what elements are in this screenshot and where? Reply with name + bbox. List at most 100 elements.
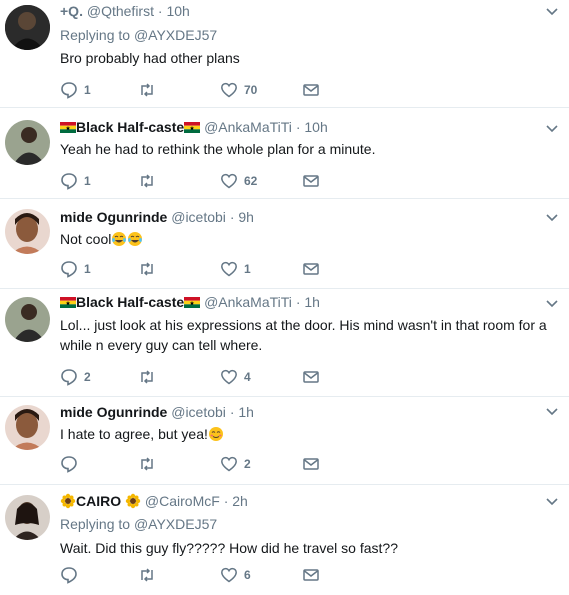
chevron-down-icon[interactable] [545, 297, 559, 311]
reply-count: 1 [84, 174, 91, 188]
timestamp[interactable]: 1h [304, 294, 320, 310]
chevron-down-icon[interactable] [545, 122, 559, 136]
like-button[interactable]: 62 [220, 172, 302, 190]
timestamp[interactable]: 10h [166, 3, 189, 19]
avatar[interactable] [5, 5, 50, 50]
chevron-down-icon[interactable] [545, 211, 559, 225]
retweet-button[interactable] [138, 368, 220, 386]
message-button[interactable] [302, 368, 320, 386]
tweet-text: Wait. Did this guy fly????? How did he t… [60, 540, 398, 556]
tweet[interactable]: CAIRO @CairoMcF · 2h Replying to @AYXDEJ… [0, 485, 569, 595]
like-button[interactable]: 2 [220, 455, 302, 473]
reply-button[interactable]: 1 [60, 81, 138, 99]
like-button[interactable]: 6 [220, 566, 302, 584]
like-button[interactable]: 70 [220, 81, 302, 99]
tweet[interactable]: Black Half-caste @AnkaMaTiTi · 1h Lol...… [0, 289, 569, 397]
heart-icon [221, 82, 237, 98]
tweet[interactable]: Black Half-caste @AnkaMaTiTi · 10h Yeah … [0, 108, 569, 199]
chevron-down-icon[interactable] [545, 405, 559, 419]
heart-icon [221, 173, 237, 189]
reply-icon [61, 369, 77, 386]
heart-icon [221, 456, 237, 472]
retweet-button[interactable] [138, 81, 220, 99]
handle[interactable]: @Qthefirst [87, 3, 154, 19]
reply-button[interactable] [60, 455, 138, 473]
display-name[interactable]: Black Half-caste [76, 294, 184, 310]
timestamp[interactable]: 10h [304, 119, 327, 135]
reply-button[interactable] [60, 566, 138, 584]
reply-button[interactable]: 1 [60, 172, 138, 190]
reply-count: 1 [84, 83, 91, 97]
like-count: 70 [244, 83, 258, 97]
avatar[interactable] [5, 209, 50, 254]
tweet-text: Bro probably had other plans [60, 50, 240, 66]
separator: · [229, 209, 235, 225]
retweet-icon [141, 262, 153, 276]
message-button[interactable] [302, 172, 320, 190]
tweet-text-row: Not cool [60, 230, 549, 249]
tweet-text: I hate to agree, but yea! [60, 426, 208, 442]
replying-to-handle[interactable]: @AYXDEJ57 [134, 516, 217, 532]
display-name[interactable]: +Q. [60, 3, 83, 19]
tweet[interactable]: mide Ogunrinde @icetobi · 9h Not cool 1 … [0, 199, 569, 289]
tweet-actions: 6 [60, 565, 320, 585]
tears-of-joy-icon [128, 232, 143, 246]
timestamp[interactable]: 1h [238, 404, 254, 420]
timestamp[interactable]: 2h [232, 493, 248, 509]
tweet-actions: 1 70 [60, 80, 320, 100]
display-name[interactable]: CAIRO [76, 493, 121, 509]
tweet[interactable]: mide Ogunrinde @icetobi · 1h I hate to a… [0, 397, 569, 485]
ghana-flag-icon [60, 122, 76, 133]
like-count: 1 [244, 262, 251, 276]
avatar[interactable] [5, 120, 50, 165]
tweet[interactable]: +Q. @Qthefirst · 10h Replying to @AYXDEJ… [0, 0, 569, 108]
envelope-icon [303, 371, 319, 383]
avatar[interactable] [5, 405, 50, 450]
message-button[interactable] [302, 81, 320, 99]
retweet-button[interactable] [138, 566, 220, 584]
reply-button[interactable]: 1 [60, 260, 138, 278]
heart-icon [221, 261, 237, 277]
retweet-button[interactable] [138, 172, 220, 190]
heart-icon [221, 567, 237, 583]
like-count: 62 [244, 174, 258, 188]
handle[interactable]: @AnkaMaTiTi [204, 294, 292, 310]
timestamp[interactable]: 9h [238, 209, 254, 225]
separator: · [295, 294, 301, 310]
replying-to: Replying to @AYXDEJ57 [60, 515, 549, 533]
retweet-icon [141, 83, 153, 97]
avatar[interactable] [5, 297, 50, 342]
display-name[interactable]: mide Ogunrinde [60, 209, 167, 225]
like-button[interactable]: 4 [220, 368, 302, 386]
reply-button[interactable]: 2 [60, 368, 138, 386]
retweet-button[interactable] [138, 455, 220, 473]
message-button[interactable] [302, 566, 320, 584]
message-button[interactable] [302, 455, 320, 473]
separator: · [157, 3, 163, 19]
display-name[interactable]: Black Half-caste [76, 119, 184, 135]
reply-feed: +Q. @Qthefirst · 10h Replying to @AYXDEJ… [0, 0, 569, 595]
handle[interactable]: @icetobi [171, 404, 226, 420]
avatar[interactable] [5, 495, 50, 540]
like-count: 2 [244, 457, 251, 471]
envelope-icon [303, 84, 319, 96]
retweet-button[interactable] [138, 260, 220, 278]
separator: · [295, 119, 301, 135]
retweet-icon [141, 174, 153, 188]
tweet-actions: 1 1 [60, 259, 320, 279]
chevron-down-icon[interactable] [545, 5, 559, 19]
reply-icon [61, 567, 77, 584]
handle[interactable]: @icetobi [171, 209, 226, 225]
retweet-icon [141, 370, 153, 384]
retweet-icon [141, 457, 153, 471]
display-name[interactable]: mide Ogunrinde [60, 404, 167, 420]
handle[interactable]: @AnkaMaTiTi [204, 119, 292, 135]
like-button[interactable]: 1 [220, 260, 302, 278]
handle[interactable]: @CairoMcF [145, 493, 220, 509]
separator: · [223, 493, 229, 509]
blush-icon [208, 427, 223, 441]
message-button[interactable] [302, 260, 320, 278]
chevron-down-icon[interactable] [545, 495, 559, 509]
reply-icon [61, 173, 77, 190]
replying-to-handle[interactable]: @AYXDEJ57 [134, 27, 217, 43]
